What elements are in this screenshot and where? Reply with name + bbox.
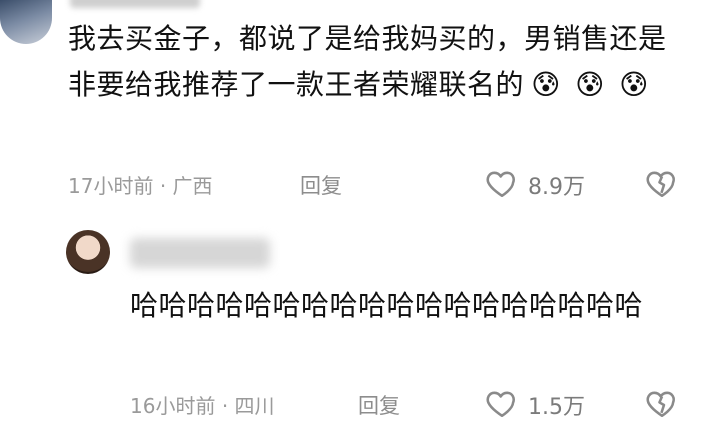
heart-outline-icon [486,171,515,198]
heart-outline-icon [486,391,515,418]
comment-time: 17小时前 [68,174,154,198]
reply-button[interactable]: 回复 [300,170,342,200]
dislike-button[interactable] [644,166,680,204]
sweat-grin-emoji: 😰 [619,68,649,101]
reply-button[interactable]: 回复 [358,390,400,420]
reply-user-avatar[interactable] [66,230,110,274]
comment-meta: 17小时前 · 广西 [68,170,213,199]
like-button[interactable] [484,166,520,204]
broken-heart-icon [646,171,675,198]
like-count: 1.5万 [528,395,585,420]
comment-text: 我去买金子，都说了是给我妈买的，男销售还是非要给我推荐了一款王者荣耀联名的 😰 😰 😰 [68,16,668,108]
like-count: 8.9万 [528,175,585,200]
meta-separator: · [221,394,235,418]
username-blurred[interactable] [70,0,200,8]
meta-separator: · [159,174,173,198]
reply-comment-text: 哈哈哈哈哈哈哈哈哈哈哈哈哈哈哈哈哈哈 [130,289,644,322]
user-avatar[interactable] [0,0,52,44]
reply-comment-time: 16小时前 [130,394,216,418]
broken-heart-icon [646,391,675,418]
reply-username-blurred[interactable] [130,238,270,268]
like-button[interactable] [484,386,520,424]
sweat-grin-emoji: 😰 [575,68,605,101]
comment-location: 广西 [172,174,213,198]
dislike-button[interactable] [644,386,680,424]
reply-comment-location: 四川 [234,394,275,418]
sweat-grin-emoji: 😰 [531,68,561,101]
